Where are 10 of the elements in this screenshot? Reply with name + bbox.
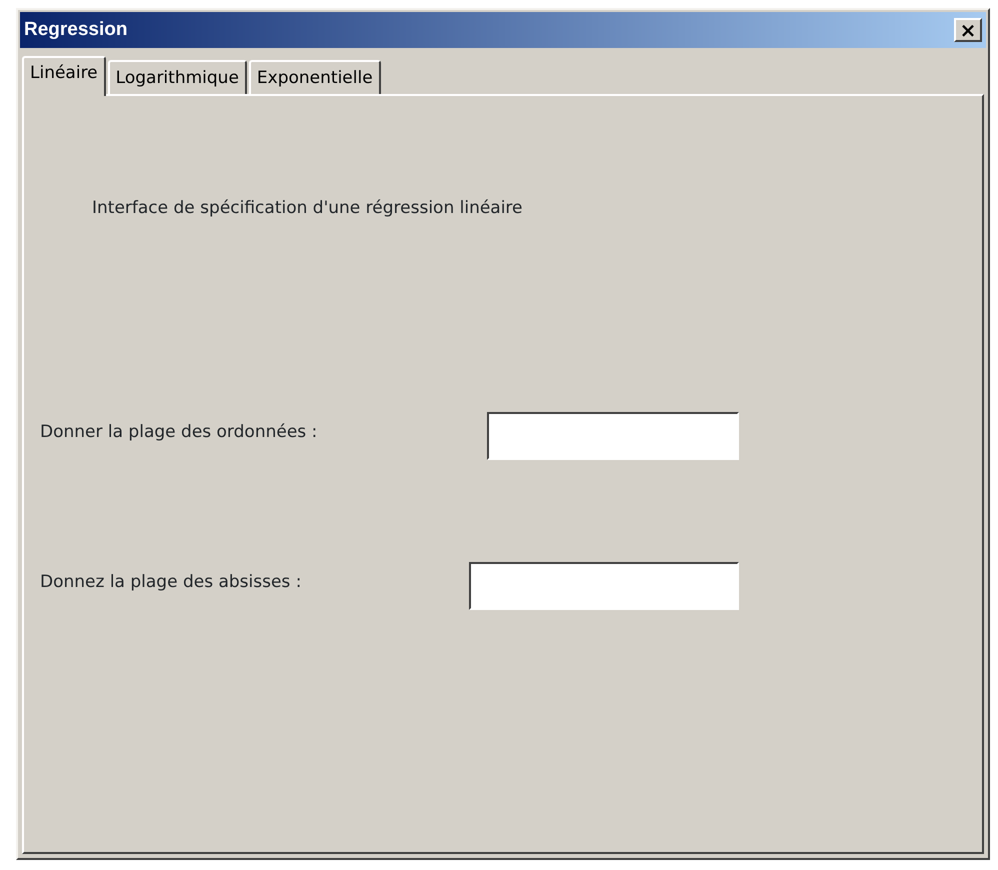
field-label: Donnez la plage des absisses : (40, 570, 302, 594)
input-field[interactable] (469, 562, 739, 610)
tab[interactable]: Exponentielle (248, 60, 381, 94)
input-field[interactable] (487, 412, 739, 460)
field-label: Donner la plage des ordonnées : (40, 420, 318, 444)
tab[interactable]: Logarithmique (108, 60, 247, 94)
description-text: Interface de spécification d'une régression linéaire (92, 197, 524, 220)
window-title: Regression (24, 18, 128, 42)
tab[interactable]: Linéaire (22, 56, 106, 96)
close-button[interactable]: × (954, 18, 982, 42)
